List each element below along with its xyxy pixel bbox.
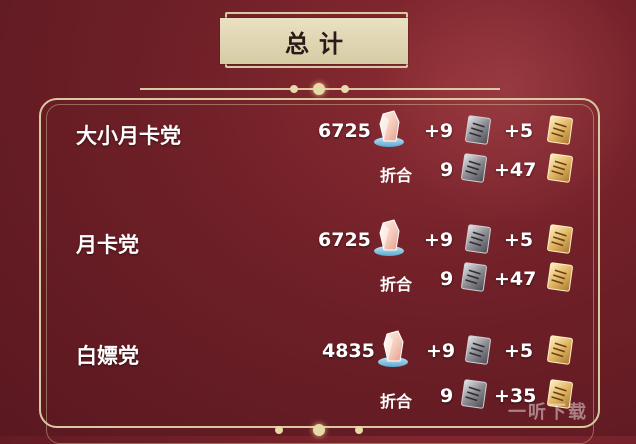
gold-pass-count: +5 — [504, 340, 534, 362]
silver-pass-icon — [465, 115, 491, 145]
silver-pass-icon — [461, 262, 487, 292]
silver-pass-icon — [461, 153, 487, 183]
watermark: 一听下载 — [508, 402, 588, 423]
gold-pass-icon — [547, 153, 573, 183]
group-label-free: 白嫖党 — [76, 344, 139, 368]
divider-dot-right — [341, 85, 349, 93]
fold-silver-count: 9 — [440, 268, 454, 290]
crystal-icon — [378, 330, 408, 367]
crystal-count: 6725 — [318, 120, 371, 142]
crystal-icon — [374, 219, 404, 256]
silver-pass-icon — [465, 335, 491, 365]
fold-gold-count: +47 — [494, 268, 537, 290]
crystal-count: 4835 — [322, 340, 375, 362]
silver-pass-icon — [465, 224, 491, 254]
crystal-icon — [374, 110, 404, 147]
group-label-monthly: 月卡党 — [76, 233, 139, 257]
fold-label: 折合 — [380, 392, 413, 411]
silver-pass-count: +9 — [424, 229, 454, 251]
gold-pass-icon — [547, 262, 573, 292]
silver-pass-count: +9 — [426, 340, 456, 362]
crystal-count: 6725 — [318, 229, 371, 251]
fold-label: 折合 — [380, 166, 413, 185]
gold-pass-icon — [547, 115, 573, 145]
fold-silver-count: 9 — [440, 159, 454, 181]
bottom-dot-right — [355, 426, 363, 434]
silver-pass-icon — [461, 379, 487, 409]
bottom-dot-left — [275, 426, 283, 434]
gold-pass-icon — [547, 335, 573, 365]
fold-gold-count: +47 — [494, 159, 537, 181]
gold-pass-count: +5 — [504, 229, 534, 251]
divider-dot-left — [290, 85, 298, 93]
gold-pass-icon — [547, 224, 573, 254]
group-label-big-small-monthly: 大小月卡党 — [76, 124, 181, 148]
divider-dot-center — [313, 83, 325, 95]
silver-pass-count: +9 — [424, 120, 454, 142]
bottom-dot-center — [313, 424, 325, 436]
page-title: 总计 — [220, 18, 408, 64]
fold-label: 折合 — [380, 275, 413, 294]
fold-silver-count: 9 — [440, 385, 454, 407]
gold-pass-count: +5 — [504, 120, 534, 142]
